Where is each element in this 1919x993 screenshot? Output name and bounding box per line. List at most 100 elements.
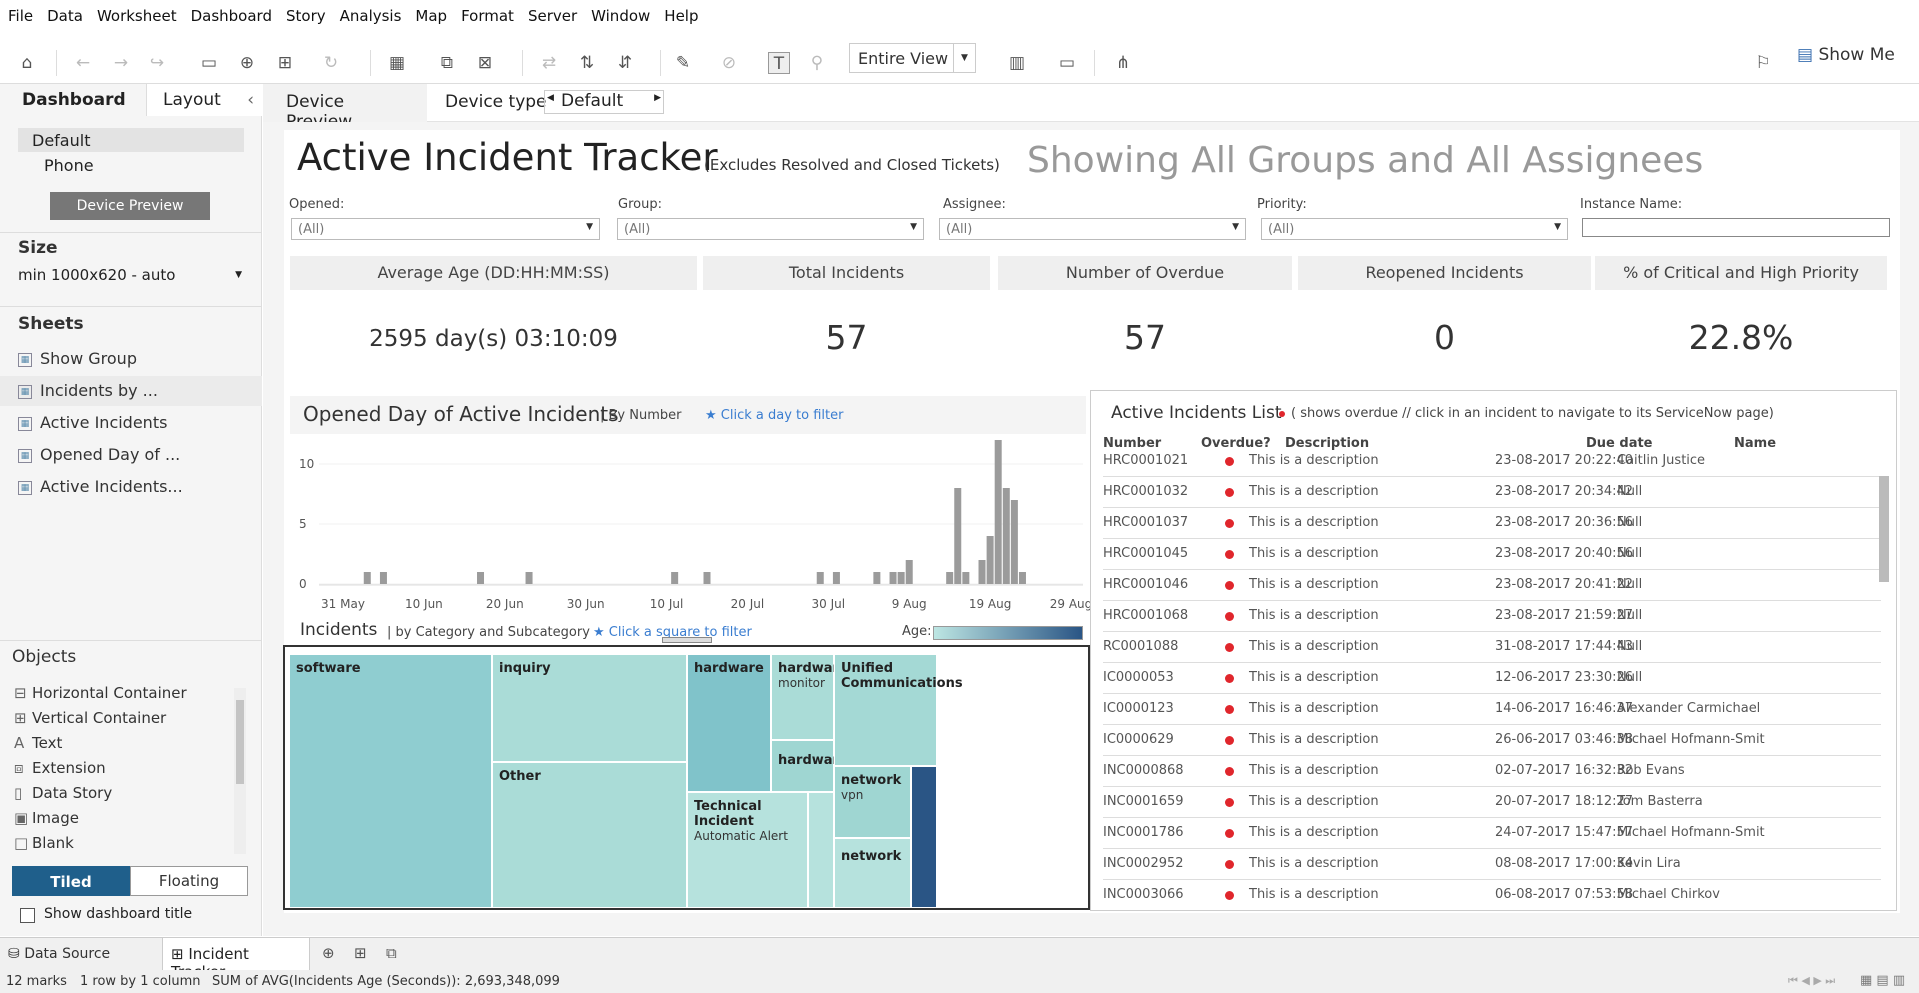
tab-layout[interactable]: Layout ‹ [146,84,262,116]
new-worksheet-icon[interactable]: ⊕ [322,944,335,962]
highlight-icon[interactable]: ✎ [672,52,694,74]
object-item[interactable]: ▣ Image [14,809,79,827]
replay-icon[interactable]: ↪ [146,52,168,74]
collapse-icon[interactable]: ‹ [247,90,254,110]
treemap-cell[interactable]: hardware monitor [771,654,848,740]
chevron-left-icon[interactable]: ◀ [547,93,554,103]
object-item[interactable]: A Text [14,734,62,752]
sort-ascending-icon[interactable]: ⇅ [576,52,598,74]
treemap-cell[interactable]: network [834,838,911,908]
tiled-button[interactable]: Tiled [12,866,130,896]
table-row[interactable]: HRC0001068 This is a description 23-08-201… [1103,601,1881,632]
treemap-cell[interactable] [911,766,937,908]
filter-assignee-select[interactable]: (All) ▼ [939,218,1246,240]
filter-group-select[interactable]: (All) ▼ [617,218,924,240]
duplicate-icon[interactable]: ⧉ [436,52,458,74]
table-row[interactable]: IC0000123 This is a description 14-06-2017… [1103,694,1881,725]
menu-item[interactable]: Help [664,7,698,25]
filter-instance-input[interactable] [1582,218,1890,237]
list-scrollbar[interactable] [1879,476,1889,582]
treemap-cell[interactable]: Unified Communications [834,654,963,766]
presentation-icon[interactable]: ▭ [1056,52,1078,74]
show-me-button[interactable]: ▤ Show Me [1797,45,1895,65]
table-row[interactable]: INC0001659 This is a description 20-07-201… [1103,787,1881,818]
table-row[interactable]: IC0000629 This is a description 26-06-2017… [1103,725,1881,756]
view-mode-icons[interactable]: ▦ ▤ ▥ [1860,973,1905,988]
object-item[interactable]: ⊞ Vertical Container [14,709,166,727]
bar[interactable] [873,572,881,584]
table-row[interactable]: INC0003066 This is a description 06-08-201… [1103,880,1881,910]
resize-handle[interactable] [662,637,712,643]
data-source-tab[interactable]: ⛁ Data Source [8,946,110,962]
bar[interactable] [994,440,1002,584]
objects-scrollbar[interactable] [234,688,246,854]
sheet-nav-icons[interactable]: ⏮ ◀ ▶ ⏭ [1788,974,1835,988]
bar[interactable] [1010,500,1018,584]
treemap-cell[interactable]: inquiry [492,654,687,762]
bar[interactable] [671,572,679,584]
share-icon[interactable]: ⋔ [1112,52,1134,74]
show-mark-labels-icon[interactable]: T [768,52,790,74]
menu-item[interactable]: Server [528,7,577,25]
refresh-icon[interactable]: ↻ [320,52,342,74]
sort-descending-icon[interactable]: ⇵ [614,52,636,74]
device-phone[interactable]: Phone [44,156,94,175]
group-icon[interactable]: ⊘ [718,52,740,74]
tab-dashboard[interactable]: Dashboard [0,84,146,116]
format-painter-icon[interactable]: ⚐ [1752,52,1774,74]
bar[interactable] [905,560,913,584]
treemap-cell[interactable]: Other [492,762,687,908]
clear-sheet-icon[interactable]: ⊠ [474,52,496,74]
new-story-icon[interactable]: ⧉ [386,944,397,962]
table-row[interactable]: INC0001786 This is a description 24-07-201… [1103,818,1881,849]
sheet-item[interactable]: ▦ Active Incidents [18,408,258,438]
new-dashboard-icon[interactable]: ⊞ [354,944,367,962]
menu-item[interactable]: Map [415,7,447,25]
sheet-item[interactable]: ▦ Active Incidents... [18,472,258,502]
bar[interactable] [986,536,994,584]
new-worksheet-icon[interactable]: ▦ [386,52,408,74]
device-type-select[interactable]: ◀ Default ▶ [544,90,664,114]
filter-priority-select[interactable]: (All) ▼ [1261,218,1568,240]
table-row[interactable]: HRC0001021 This is a description 23-08-201… [1103,446,1881,477]
bar[interactable] [816,572,824,584]
sheet-item[interactable]: ▦ Incidents by ... [0,376,262,406]
bar[interactable] [703,572,711,584]
table-row[interactable]: HRC0001045 This is a description 23-08-201… [1103,539,1881,570]
device-default[interactable]: Default [18,128,244,152]
table-row[interactable]: HRC0001037 This is a description 23-08-201… [1103,508,1881,539]
pin-icon[interactable]: ⚲ [806,52,828,74]
save-icon[interactable]: ▭ [198,52,220,74]
bar[interactable] [477,572,485,584]
bar[interactable] [525,572,533,584]
new-datasource-icon[interactable]: ⊕ [236,52,258,74]
show-title-checkbox[interactable] [20,908,35,923]
treemap-cell[interactable]: network vpn [834,766,911,838]
bar[interactable] [954,488,962,584]
object-item[interactable]: ▯ Data Story [14,784,112,802]
bar[interactable] [946,572,954,584]
filter-opened-select[interactable]: (All) ▼ [291,218,600,240]
bar[interactable] [363,572,371,584]
bar[interactable] [1002,488,1010,584]
bar[interactable] [1018,572,1026,584]
size-select[interactable]: min 1000x620 - auto ▼ [18,266,244,284]
object-item[interactable]: ⧈ Extension [14,759,106,777]
menu-item[interactable]: Dashboard [191,7,272,25]
bar[interactable] [978,560,986,584]
pause-updates-icon[interactable]: ⊞ [274,52,296,74]
bar-chart-hint[interactable]: ★ Click a day to filter [705,408,843,423]
menu-item[interactable]: Data [47,7,83,25]
menu-item[interactable]: Window [591,7,650,25]
undo-icon[interactable]: ← [72,52,94,74]
bar[interactable] [832,572,840,584]
fit-view-select[interactable]: Entire View ▼ [849,43,976,73]
menu-item[interactable]: Format [461,7,514,25]
object-item[interactable]: □ Blank [14,834,74,852]
swap-icon[interactable]: ⇄ [538,52,560,74]
sheet-item[interactable]: ▦ Opened Day of ... [18,440,258,470]
treemap-cell[interactable]: hardware [687,654,771,792]
show-cards-icon[interactable]: ▥ [1006,52,1028,74]
table-row[interactable]: HRC0001046 This is a description 23-08-201… [1103,570,1881,601]
floating-button[interactable]: Floating [130,866,248,896]
